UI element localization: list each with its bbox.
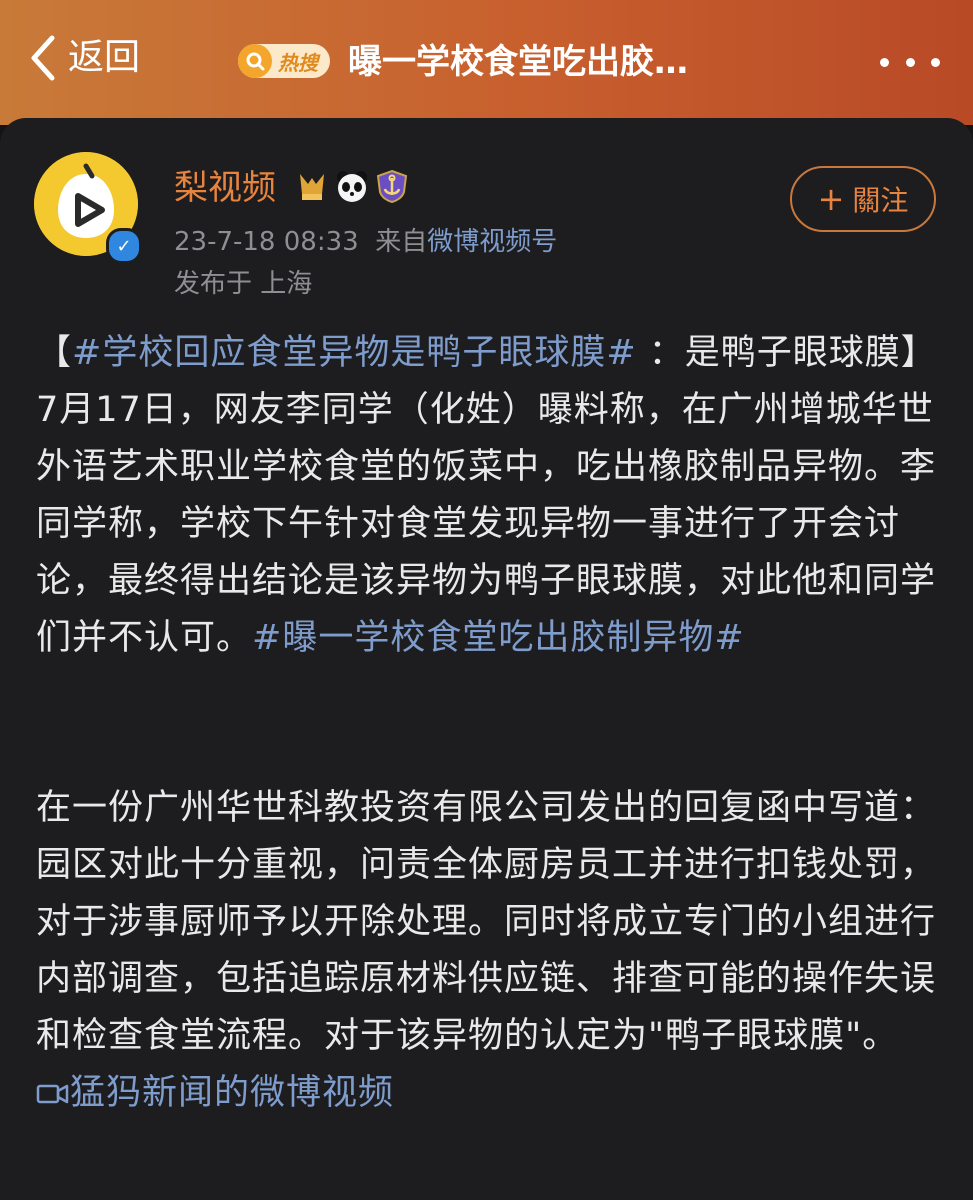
post-meta: 23-7-18 08:33 来自微博视频号 <box>174 224 557 260</box>
paragraph-text: 在一份广州华世科教投资有限公司发出的回复函中写道：园区对此十分重视，问责全体厨房… <box>36 788 937 1056</box>
source-prefix: 来自 <box>375 227 428 257</box>
source-link[interactable]: 微博视频号 <box>427 227 557 257</box>
post-paragraph-2: 在一份广州华世科教投资有限公司发出的回复函中写道：园区对此十分重视，问责全体厨房… <box>36 780 941 1122</box>
hot-badge-text: 热搜 <box>278 50 318 75</box>
panda-icon[interactable] <box>334 168 370 204</box>
ellipsis-dot-icon <box>905 57 915 67</box>
author-name[interactable]: 梨视频 <box>174 166 276 210</box>
video-link-label: 猛犸新闻的微博视频 <box>70 1073 395 1113</box>
video-camera-icon <box>36 1084 69 1104</box>
follow-label: 關注 <box>852 184 909 217</box>
paragraph-text: ：是鸭子眼球膜】7月17日，网友李同学（化姓）曝料称，在广州增城华世外语艺术职业… <box>36 333 937 658</box>
follow-button[interactable]: + 關注 <box>790 166 936 232</box>
hashtag-link[interactable]: #学校回应食堂异物是鸭子眼球膜# <box>72 333 637 373</box>
post-location: 发布于 上海 <box>174 269 313 299</box>
anchor-shield-icon[interactable] <box>374 168 410 204</box>
chevron-left-icon <box>31 35 55 81</box>
ellipsis-dot-icon <box>880 57 889 67</box>
ellipsis-dot-icon <box>931 57 940 67</box>
bracket-open: 【 <box>36 333 73 373</box>
author-badges <box>294 168 410 204</box>
post-paragraph-1: 【#学校回应食堂异物是鸭子眼球膜# ：是鸭子眼球膜】7月17日，网友李同学（化姓… <box>36 325 941 667</box>
gold-medal-icon[interactable] <box>294 168 330 204</box>
topic-title[interactable]: 曝一学校食堂吃出胶… <box>348 38 688 86</box>
post-date: 23-7-18 08:33 <box>174 227 359 257</box>
back-button[interactable]: 返回 <box>28 34 140 82</box>
hot-search-badge[interactable]: 热搜 <box>238 44 330 78</box>
top-bar: 返回 热搜 曝一学校食堂吃出胶… <box>0 0 973 125</box>
hashtag-link[interactable]: #曝一学校食堂吃出胶制异物# <box>252 618 745 658</box>
search-icon <box>238 44 272 78</box>
plus-icon: + <box>817 180 845 218</box>
more-options-button[interactable] <box>880 44 940 80</box>
video-link[interactable]: 猛犸新闻的微博视频 <box>36 1073 394 1113</box>
verified-check-icon: ✓ <box>106 228 142 264</box>
back-label: 返回 <box>68 37 141 78</box>
